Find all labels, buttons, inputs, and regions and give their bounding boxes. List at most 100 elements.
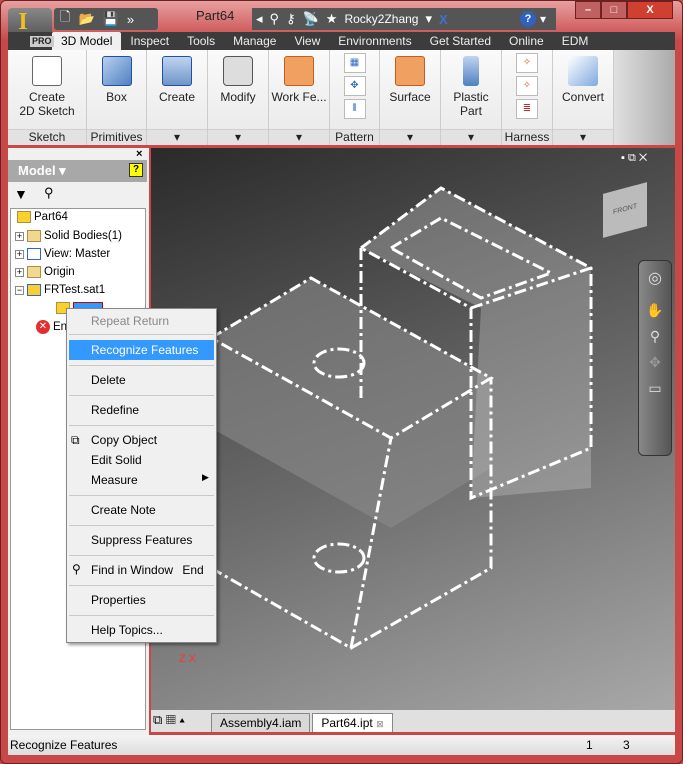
menu-item-properties[interactable]: Properties xyxy=(69,590,214,610)
back-icon[interactable]: ◂ xyxy=(256,11,263,27)
harness-bracket-icon[interactable]: ✧ xyxy=(516,76,538,96)
modify-button[interactable]: Modify xyxy=(208,90,268,104)
new-icon[interactable]: 🗋 xyxy=(60,8,70,30)
menu-separator xyxy=(69,585,214,586)
open-icon[interactable]: 📂 xyxy=(78,11,94,27)
close-icon[interactable]: ⊠ xyxy=(376,719,384,729)
shortcut-label: End xyxy=(182,563,204,577)
menu-separator xyxy=(69,525,214,526)
user-signin[interactable]: Rocky2Zhang xyxy=(344,12,418,26)
navigation-bar[interactable]: ◎ ✋ ⚲ ✥ ▭ xyxy=(638,260,672,456)
tab-view[interactable]: View xyxy=(285,32,329,50)
key-icon[interactable]: ⚷ xyxy=(286,11,296,27)
tab-get-started[interactable]: Get Started xyxy=(421,32,500,50)
tree-label: View: Master xyxy=(44,248,111,260)
help-button[interactable]: ? ▾ xyxy=(510,8,556,30)
plastic-part-button[interactable]: Plastic Part xyxy=(441,90,501,118)
menu-separator xyxy=(69,615,214,616)
tree-node-view-master[interactable]: + View: Master xyxy=(15,248,110,260)
menu-item-create-note[interactable]: Create Note xyxy=(69,500,214,520)
expand-icon[interactable]: + xyxy=(15,231,24,241)
tab-manage[interactable]: Manage xyxy=(224,32,285,50)
binoculars-icon[interactable]: ⚲ xyxy=(270,11,280,27)
tree-label: En xyxy=(53,321,68,333)
doc-tab-assembly4[interactable]: Assembly4.iam xyxy=(211,713,311,732)
expand-icon[interactable]: + xyxy=(15,267,24,277)
chevron-down-icon[interactable]: ▾ xyxy=(147,129,207,145)
exchange-icon[interactable]: X xyxy=(439,12,448,27)
collapse-icon[interactable]: − xyxy=(15,285,24,295)
filter-icon[interactable]: ▼ xyxy=(14,186,28,202)
binoculars-icon[interactable]: ⚲ xyxy=(44,185,54,201)
tree-node-origin[interactable]: + Origin xyxy=(15,266,75,278)
menu-item-find-in-window[interactable]: Find in Window End xyxy=(69,560,214,580)
save-icon[interactable]: 💾 xyxy=(103,11,119,27)
menu-item-suppress-features[interactable]: Suppress Features xyxy=(69,530,214,550)
status-bar: Recognize Features 1 3 xyxy=(8,735,675,755)
box-button[interactable]: Box xyxy=(87,90,146,104)
convert-button[interactable]: Convert xyxy=(553,90,613,104)
dropdown-icon[interactable]: ▾ xyxy=(425,11,432,27)
menu-item-delete[interactable]: Delete xyxy=(69,370,214,390)
tab-inspect[interactable]: Inspect xyxy=(121,32,178,50)
tab-tools[interactable]: Tools xyxy=(178,32,224,50)
menu-item-copy-object[interactable]: Copy Object xyxy=(69,430,214,450)
rectangular-pattern-icon[interactable]: ▦ xyxy=(343,53,366,73)
harness-report-icon[interactable]: ≣ xyxy=(516,99,538,119)
chevron-down-icon[interactable]: ▾ xyxy=(553,129,613,145)
hole-icon xyxy=(223,56,253,86)
maximize-button[interactable]: □ xyxy=(601,1,627,19)
chevron-down-icon[interactable]: ▾ xyxy=(380,129,440,145)
help-icon[interactable]: ? xyxy=(129,163,143,177)
menu-item-measure[interactable]: Measure xyxy=(69,470,214,490)
zoom-icon[interactable]: ⚲ xyxy=(639,323,671,349)
browser-header[interactable]: Model ▾ xyxy=(8,160,147,182)
close-button[interactable]: X xyxy=(627,1,673,19)
tree-node-end[interactable]: ✕ En xyxy=(36,320,67,334)
tab-edm[interactable]: EDM xyxy=(553,32,598,50)
quick-access-toolbar: 🗋 📂 💾 » xyxy=(54,8,158,30)
cascade-icon[interactable]: ⧉ ▦ ▴ xyxy=(153,712,185,728)
more-icon[interactable]: » xyxy=(127,12,134,27)
chevron-down-icon[interactable]: ▾ xyxy=(441,129,501,145)
chevron-down-icon[interactable]: ▾ xyxy=(269,129,329,145)
tree-node-frtest[interactable]: − FRTest.sat1 xyxy=(15,284,105,296)
orbit-icon[interactable]: ✥ xyxy=(639,349,671,375)
context-menu: Repeat Return Recognize Features Delete … xyxy=(66,308,217,643)
menu-item-help-topics[interactable]: Help Topics... xyxy=(69,620,214,640)
group-harness: ✧ ✧ ≣ Harness xyxy=(502,50,553,145)
status-count-1: 1 xyxy=(586,738,593,752)
tree-node-part64[interactable]: Part64 xyxy=(17,211,68,223)
close-icon[interactable]: × xyxy=(136,148,142,160)
viewport-window-controls[interactable]: ▪ ⧉ ✕ xyxy=(621,152,647,165)
surface-button[interactable]: Surface xyxy=(380,90,440,104)
steering-wheel-icon[interactable]: ◎ xyxy=(639,261,671,297)
group-label-pattern: Pattern xyxy=(330,129,379,145)
mirror-icon[interactable]: ⫴ xyxy=(343,99,366,119)
pan-icon[interactable]: ✋ xyxy=(639,297,671,323)
create-button[interactable]: Create xyxy=(147,90,207,104)
tree-node-solid-bodies[interactable]: + Solid Bodies(1) xyxy=(15,230,122,242)
tab-3d-model[interactable]: 3D Model xyxy=(52,32,122,50)
doc-tab-part64[interactable]: Part64.ipt ⊠ xyxy=(312,713,393,732)
ribbon: Create 2D Sketch Sketch Box Primitives C… xyxy=(8,50,675,145)
create-2d-sketch-button[interactable]: Create 2D Sketch xyxy=(8,90,86,118)
work-features-button[interactable]: Work Fe... xyxy=(269,90,329,104)
menu-item-repeat-return[interactable]: Repeat Return xyxy=(69,311,214,331)
harness-point-icon[interactable]: ✧ xyxy=(516,53,538,73)
tab-online[interactable]: Online xyxy=(500,32,553,50)
circular-pattern-icon[interactable]: ✥ xyxy=(343,76,366,96)
expand-icon[interactable]: + xyxy=(15,249,24,259)
status-count-2: 3 xyxy=(623,738,630,752)
menu-item-recognize-features[interactable]: Recognize Features xyxy=(69,340,214,360)
chevron-down-icon[interactable]: ▾ xyxy=(208,129,268,145)
look-at-icon[interactable]: ▭ xyxy=(639,375,671,401)
satellite-icon[interactable]: 📡 xyxy=(303,11,319,27)
menu-item-redefine[interactable]: Redefine xyxy=(69,400,214,420)
tab-environments[interactable]: Environments xyxy=(329,32,420,50)
box-icon xyxy=(101,56,132,86)
minimize-button[interactable]: – xyxy=(575,1,601,19)
star-icon[interactable]: ★ xyxy=(326,11,338,27)
graphics-viewport[interactable]: FRONT RIGHT ▪ ⧉ ✕ Z X xyxy=(151,148,675,710)
menu-item-edit-solid[interactable]: Edit Solid xyxy=(69,450,214,470)
